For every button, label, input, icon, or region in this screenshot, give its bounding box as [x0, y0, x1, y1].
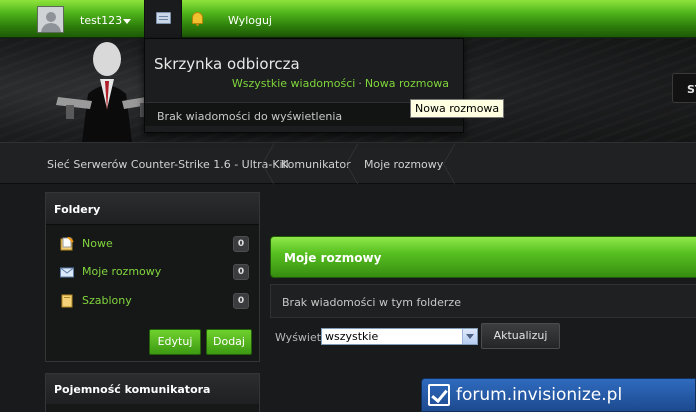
breadcrumb-separator [443, 143, 455, 185]
capacity-panel: Pojemność komunikatora [45, 373, 260, 412]
all-messages-link[interactable]: Wszystkie wiadomości [232, 77, 355, 90]
new-conversation-link[interactable]: Nowa rozmowa [365, 77, 449, 90]
show-filter-select[interactable]: wszystkie [321, 328, 478, 345]
dropdown-title: Skrzynka odbiorcza [154, 55, 300, 73]
envelope-icon [60, 267, 74, 278]
folder-icon [61, 294, 73, 308]
folder-item-new[interactable]: Nowe 0 [46, 230, 259, 258]
inbox-dropdown: Skrzynka odbiorcza Wszystkie wiadomości ·… [144, 38, 464, 133]
update-button[interactable]: Aktualizuj [481, 323, 560, 349]
tooltip: Nowa rozmowa [410, 99, 505, 118]
empty-folder-box: Brak wiadomości w tym folderze [270, 284, 696, 318]
banner-button-label: ST [687, 83, 696, 96]
breadcrumb-separator [346, 143, 358, 185]
breadcrumb-item-messenger[interactable]: Komunikator [281, 143, 351, 185]
link-separator: · [358, 77, 362, 90]
user-bar: test123 Wyloguj [0, 0, 696, 38]
watermark-text: forum.invisionize.pl [456, 385, 623, 405]
logout-link[interactable]: Wyloguj [228, 14, 272, 27]
avatar-body [41, 23, 61, 32]
inbox-icon [156, 12, 171, 24]
new-folder-icon [60, 237, 74, 251]
folder-label: Moje rozmowy [82, 265, 162, 278]
add-folder-button[interactable]: Dodaj [206, 329, 252, 355]
edit-folders-button[interactable]: Edytuj [149, 329, 201, 355]
capacity-title: Pojemność komunikatora [46, 374, 259, 404]
avatar-head [46, 12, 56, 22]
watermark: forum.invisionize.pl [421, 378, 696, 412]
username-menu[interactable]: test123 [80, 14, 122, 27]
folder-item-templates[interactable]: Szablony 0 [46, 287, 259, 315]
inbox-tab[interactable] [144, 0, 182, 38]
folder-count: 0 [233, 264, 249, 280]
folder-item-my-conversations[interactable]: Moje rozmowy 0 [46, 258, 259, 286]
breadcrumb-item-my-conversations[interactable]: Moje rozmowy [364, 143, 443, 185]
bell-icon[interactable] [192, 12, 203, 26]
folder-label: Szablony [82, 294, 132, 307]
chevron-down-icon[interactable] [123, 19, 131, 24]
show-filter-label: Wyświetl [275, 331, 325, 344]
breadcrumb-separator [262, 143, 274, 185]
conversations-header: Moje rozmowy [270, 236, 696, 278]
avatar[interactable] [37, 6, 64, 33]
chevron-down-icon[interactable] [462, 329, 477, 344]
page-title: Moje rozmowy [284, 251, 382, 265]
folders-panel: Foldery Nowe 0 Moje rozmowy 0 Szablony 0… [45, 192, 260, 362]
show-filter-value: wszystkie [325, 330, 379, 343]
folders-title: Foldery [46, 193, 259, 225]
empty-folder-message: Brak wiadomości w tym folderze [282, 296, 461, 309]
folder-count: 0 [233, 293, 249, 309]
breadcrumb: Sieć Serwerów Counter-Strike 1.6 - Ultra… [0, 142, 696, 185]
banner-button[interactable]: ST [672, 73, 696, 103]
folder-label: Nowe [82, 237, 113, 250]
folder-count: 0 [233, 236, 249, 252]
checkmark-logo-icon [428, 384, 450, 406]
dropdown-links: Wszystkie wiadomości · Nowa rozmowa [232, 77, 449, 90]
breadcrumb-item-forum[interactable]: Sieć Serwerów Counter-Strike 1.6 - Ultra… [47, 143, 289, 185]
